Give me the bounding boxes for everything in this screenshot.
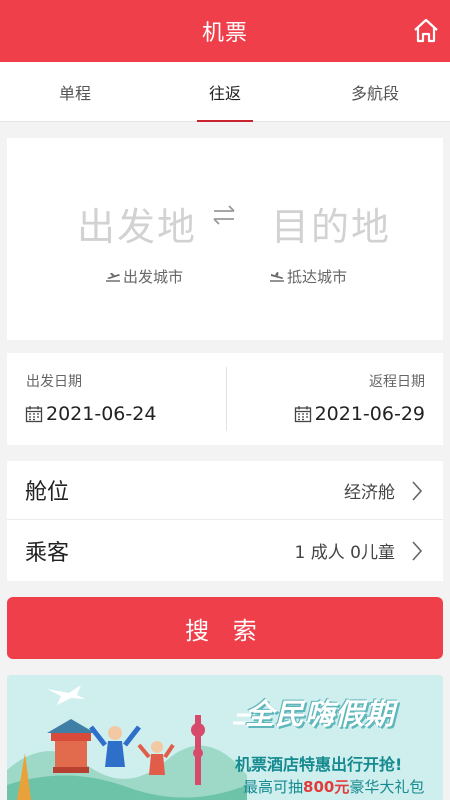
prize-prefix: 最高可抽	[243, 778, 304, 796]
cabin-label: 舱位	[25, 480, 70, 505]
arrival-city-label: 抵达城市	[287, 268, 348, 286]
trip-type-tabs: 单程 往返 多航段	[0, 62, 450, 122]
arrival-city-hint: 抵达城市	[269, 266, 347, 287]
tab-multi-segment[interactable]: 多航段	[300, 62, 450, 121]
calendar-icon	[25, 406, 43, 423]
departure-city-input[interactable]: 出发地	[77, 196, 197, 251]
depart-date-value: 2021-06-24	[46, 403, 157, 425]
return-date-field[interactable]: 2021-06-29	[294, 403, 425, 425]
departure-city-label: 出发城市	[123, 268, 184, 286]
date-divider	[226, 367, 227, 431]
search-button[interactable]: 搜 索	[7, 597, 443, 659]
return-date-value: 2021-06-29	[314, 403, 425, 425]
prize-suffix: 豪华大礼包	[349, 778, 425, 796]
app-header: 机票	[0, 0, 450, 62]
options-card: 舱位 经济舱 乘客 1 成人 0儿童	[7, 461, 443, 581]
passenger-row[interactable]: 乘客 1 成人 0儿童	[7, 521, 443, 580]
departure-city-hint: 出发城市	[105, 266, 183, 287]
passenger-label: 乘客	[25, 540, 70, 566]
return-date-label: 返程日期	[369, 374, 425, 390]
prize-amount: 800元	[303, 778, 350, 796]
cabin-row[interactable]: 舱位 经济舱	[7, 461, 443, 520]
route-card: 出发地 目的地 出发城市 抵达城市	[7, 138, 443, 340]
landing-plane-icon	[270, 271, 284, 282]
promo-banner[interactable]: 全民嗨假期 机票酒店特惠出行开抢! 最高可抽800元豪华大礼包	[7, 675, 443, 800]
depart-date-field[interactable]: 2021-06-24	[25, 403, 156, 425]
page-title: 机票	[201, 21, 248, 46]
takeoff-plane-icon	[106, 272, 120, 282]
passenger-value: 1 成人 0儿童	[294, 543, 395, 563]
home-icon[interactable]	[412, 16, 440, 44]
arrival-city-input[interactable]: 目的地	[271, 196, 391, 251]
chevron-right-icon	[412, 541, 423, 561]
cabin-value: 经济舱	[344, 482, 395, 503]
tab-round-trip[interactable]: 往返	[150, 62, 300, 122]
promo-subtitle: 机票酒店特惠出行开抢!	[235, 755, 403, 774]
tab-one-way[interactable]: 单程	[0, 62, 150, 121]
calendar-icon	[294, 406, 311, 423]
promo-title: 全民嗨假期	[245, 697, 396, 731]
swap-arrows-icon[interactable]	[210, 200, 238, 230]
depart-date-label: 出发日期	[26, 374, 82, 390]
date-card: 出发日期 2021-06-24 返程日期 2021-06-29	[7, 353, 443, 445]
promo-prize: 最高可抽800元豪华大礼包	[243, 776, 424, 797]
chevron-right-icon	[412, 481, 423, 501]
